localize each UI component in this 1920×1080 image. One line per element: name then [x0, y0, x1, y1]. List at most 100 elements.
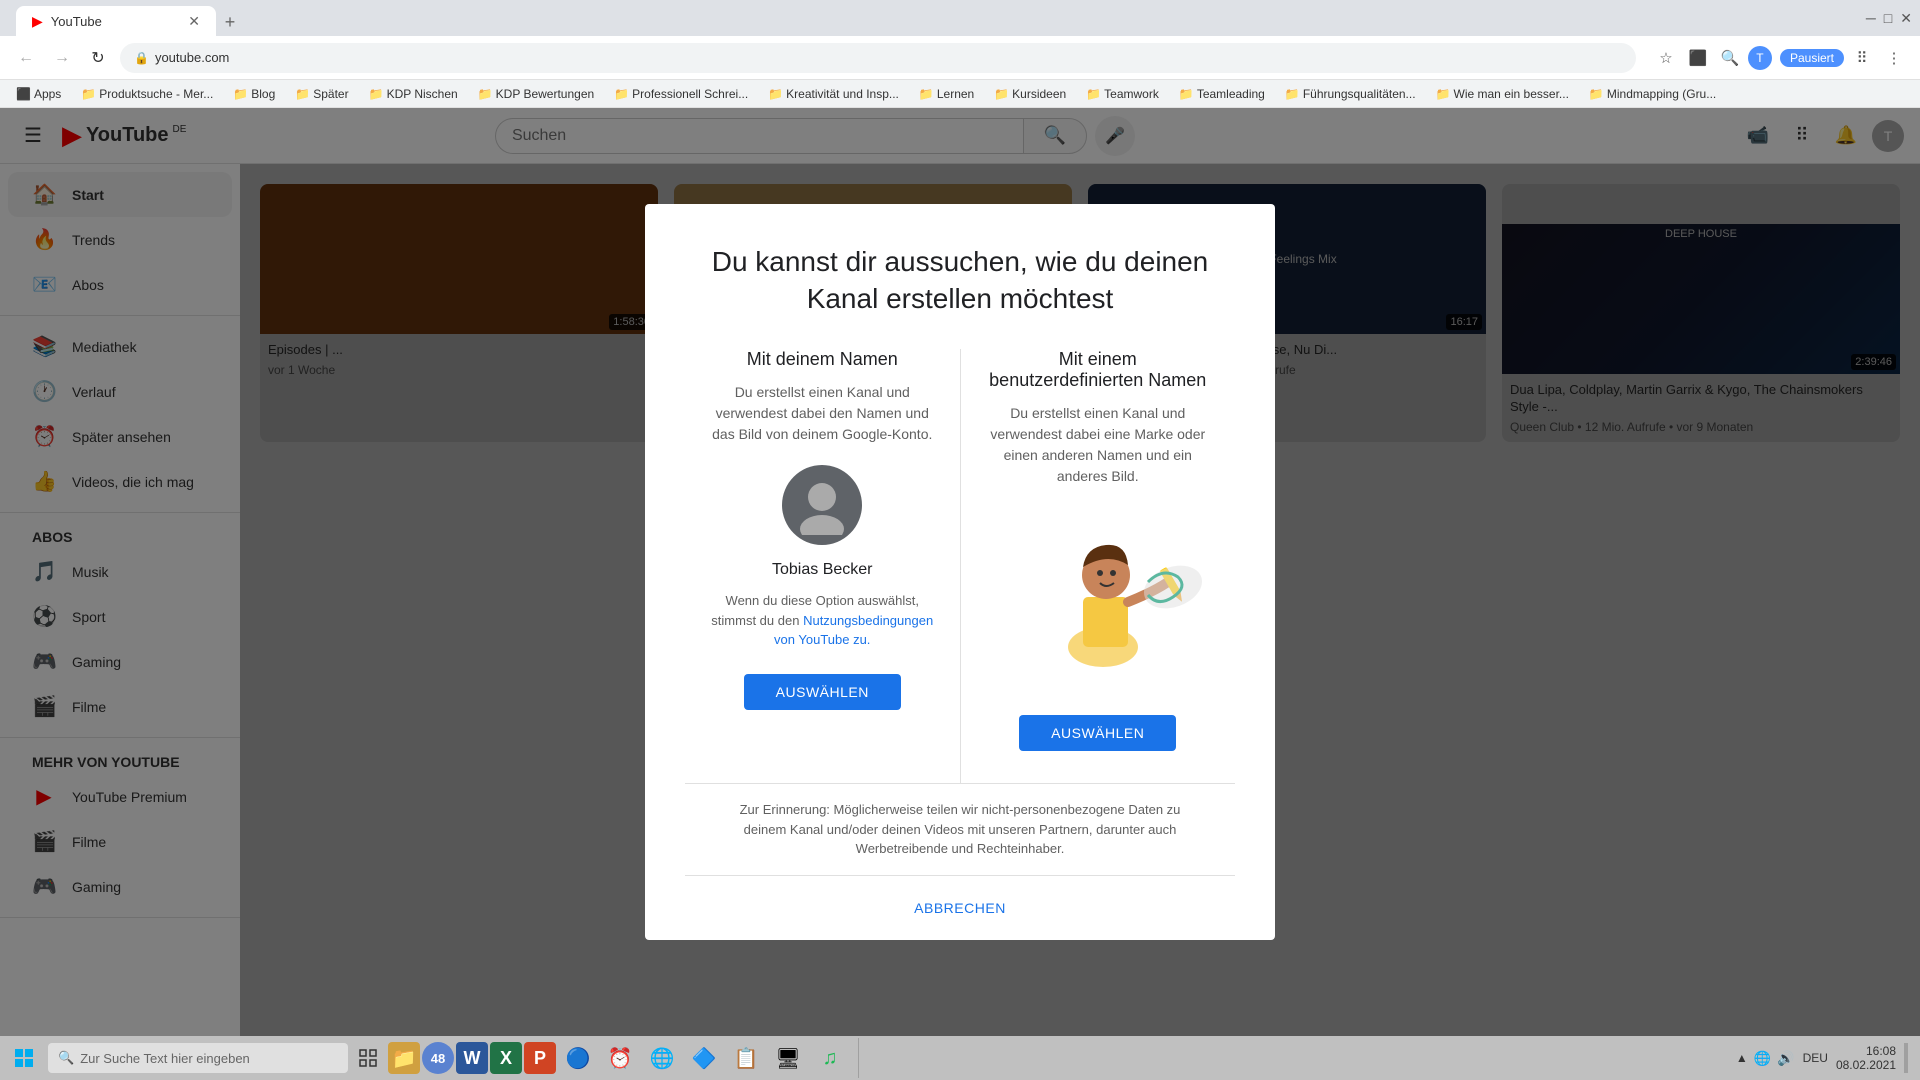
address-bar[interactable]: 🔒 youtube.com — [120, 43, 1636, 73]
option1-title: Mit deinem Namen — [705, 349, 940, 370]
windows-start-btn[interactable] — [4, 1038, 44, 1078]
taskbar-search-bar[interactable]: 🔍 Zur Suche Text hier eingeben — [48, 1043, 348, 1073]
bookmark-folder-icon: 📁 — [768, 87, 783, 101]
create-channel-modal: Du kannst dir aussuchen, wie du deinen K… — [645, 204, 1275, 939]
taskbar-app8-btn[interactable]: 🖥 — [768, 1038, 808, 1078]
bookmark-icon: ⬛ — [16, 87, 31, 101]
bookmark-kdp-nischen[interactable]: 📁 KDP Nischen — [361, 85, 466, 103]
bookmark-kdp-bew[interactable]: 📁 KDP Bewertungen — [470, 85, 602, 103]
option2-title: Mit einem benutzerdefinierten Namen — [981, 349, 1216, 391]
custom-name-illustration — [1018, 507, 1178, 647]
taskbar-excel-btn[interactable]: X — [490, 1042, 522, 1074]
browser-chrome: ▶ YouTube ✕ + ─ □ ✕ ← → ↻ 🔒 youtube.com … — [0, 0, 1920, 108]
bookmark-label: KDP Nischen — [387, 87, 458, 101]
modal-title: Du kannst dir aussuchen, wie du deinen K… — [685, 244, 1235, 317]
bookmark-label: Teamwork — [1104, 87, 1159, 101]
taskbar-pinned-apps: 📁 48 W X P 🔵 ⏰ 🌐 🔷 📋 🖥 ♫ — [388, 1038, 859, 1078]
bookmark-fuehrung[interactable]: 📁 Führungsqualitäten... — [1277, 85, 1424, 103]
close-btn[interactable]: ✕ — [1900, 10, 1912, 27]
taskbar-app7-btn[interactable]: 📋 — [726, 1038, 766, 1078]
taskbar-word-btn[interactable]: W — [456, 1042, 488, 1074]
profile-icon[interactable]: T — [1748, 46, 1772, 70]
bookmark-kursideen[interactable]: 📁 Kursideen — [986, 85, 1074, 103]
clock-date: 08.02.2021 — [1836, 1058, 1896, 1072]
bookmark-folder-icon: 📁 — [478, 87, 493, 101]
taskbar-spotify-btn[interactable]: ♫ — [810, 1038, 850, 1078]
taskbar-folder-btn[interactable]: 📁 — [388, 1042, 420, 1074]
taskbar-chrome-btn[interactable]: 🌐 — [642, 1038, 682, 1078]
taskbar-powerpoint-btn[interactable]: P — [524, 1042, 556, 1074]
minimize-btn[interactable]: ─ — [1866, 10, 1876, 26]
tray-arrow-icon[interactable]: ▲ — [1736, 1051, 1748, 1065]
option1-select-btn[interactable]: AUSWÄHLEN — [744, 674, 901, 710]
network-icon[interactable]: 🌐 — [1754, 1050, 1771, 1067]
reload-btn[interactable]: ↻ — [84, 44, 112, 72]
user-avatar — [782, 465, 862, 545]
modal-cancel-btn[interactable]: ABBRECHEN — [890, 892, 1030, 924]
nav-bar: ← → ↻ 🔒 youtube.com ☆ ⬛ 🔍 T Pausiert ⠿ ⋮ — [0, 36, 1920, 80]
bookmark-lernen[interactable]: 📁 Lernen — [911, 85, 982, 103]
bookmark-label: Professionell Schrei... — [632, 87, 748, 101]
menu-btn[interactable]: ⋮ — [1880, 44, 1908, 72]
bookmark-teamleading[interactable]: 📁 Teamleading — [1171, 85, 1273, 103]
tab-favicon: ▶ — [32, 13, 43, 30]
taskbar-clock[interactable]: 16:08 08.02.2021 — [1836, 1044, 1896, 1072]
bookmark-folder-icon: 📁 — [295, 87, 310, 101]
bookmark-produktsuche[interactable]: 📁 Produktsuche - Mer... — [73, 85, 221, 103]
new-tab-btn[interactable]: + — [216, 8, 244, 36]
nav-icons: ☆ ⬛ 🔍 T Pausiert ⠿ ⋮ — [1652, 44, 1908, 72]
bookmark-folder-icon: 📁 — [919, 87, 934, 101]
bookmark-mindmapping[interactable]: 📁 Mindmapping (Gru... — [1581, 85, 1724, 103]
tab-close-btn[interactable]: ✕ — [188, 13, 200, 30]
taskbar-app5-btn[interactable]: 🔵 — [558, 1038, 598, 1078]
bookmark-folder-icon: 📁 — [1285, 87, 1300, 101]
show-desktop-btn[interactable] — [1904, 1043, 1908, 1073]
bookmark-folder-icon: 📁 — [233, 87, 248, 101]
bookmark-label: Kursideen — [1012, 87, 1066, 101]
option2-select-btn[interactable]: AUSWÄHLEN — [1019, 715, 1176, 751]
zoom-btn[interactable]: 🔍 — [1716, 44, 1744, 72]
task-view-btn[interactable] — [348, 1038, 388, 1078]
bookmark-label: Produktsuche - Mer... — [99, 87, 213, 101]
youtube-app: ☰ ▶ YouTube DE 🔍 🎤 📹 ⠿ 🔔 T 🏠 Start 🔥 — [0, 108, 1920, 1036]
bookmark-blog[interactable]: 📁 Blog — [225, 85, 283, 103]
taskbar-right: ▲ 🌐 🔊 DEU 16:08 08.02.2021 — [1736, 1043, 1916, 1073]
modal-footer: Zur Erinnerung: Möglicherweise teilen wi… — [685, 783, 1235, 875]
system-tray-icons: ▲ 🌐 🔊 — [1736, 1050, 1795, 1067]
modal-option-custom-name: Mit einem benutzerdefinierten Namen Du e… — [961, 349, 1236, 783]
bookmark-apps[interactable]: ⬛ Apps — [8, 85, 69, 103]
forward-btn[interactable]: → — [48, 44, 76, 72]
bookmark-folder-icon: 📁 — [81, 87, 96, 101]
back-btn[interactable]: ← — [12, 44, 40, 72]
bookmark-label: Führungsqualitäten... — [1303, 87, 1416, 101]
tab-title: YouTube — [51, 14, 102, 29]
bookmark-label: Mindmapping (Gru... — [1607, 87, 1716, 101]
modal-option-own-name: Mit deinem Namen Du erstellst einen Kana… — [685, 349, 961, 783]
bookmark-prof-schrei[interactable]: 📁 Professionell Schrei... — [606, 85, 756, 103]
bookmark-label: Kreativität und Insp... — [786, 87, 899, 101]
option1-username: Tobias Becker — [705, 561, 940, 579]
modal-options: Mit deinem Namen Du erstellst einen Kana… — [685, 349, 1235, 783]
maximize-btn[interactable]: □ — [1884, 10, 1892, 26]
bookmark-star-btn[interactable]: ☆ — [1652, 44, 1680, 72]
bookmark-spaeter[interactable]: 📁 Später — [287, 85, 356, 103]
illustration-svg — [1018, 507, 1218, 667]
active-tab[interactable]: ▶ YouTube ✕ — [16, 6, 216, 36]
bookmark-folder-icon: 📁 — [369, 87, 384, 101]
cast-btn[interactable]: ⬛ — [1684, 44, 1712, 72]
taskbar-badge-btn[interactable]: 48 — [422, 1042, 454, 1074]
tab-bar: ▶ YouTube ✕ + — [8, 0, 252, 36]
lock-icon: 🔒 — [134, 51, 149, 65]
windows-logo-icon — [15, 1049, 33, 1067]
language-indicator: DEU — [1803, 1051, 1828, 1065]
bookmark-kreativitaet[interactable]: 📁 Kreativität und Insp... — [760, 85, 907, 103]
modal-cancel-section: ABBRECHEN — [685, 875, 1235, 940]
volume-icon[interactable]: 🔊 — [1777, 1050, 1794, 1067]
extensions-btn[interactable]: ⠿ — [1848, 44, 1876, 72]
bookmark-wie-man[interactable]: 📁 Wie man ein besser... — [1428, 85, 1577, 103]
bookmark-teamwork[interactable]: 📁 Teamwork — [1078, 85, 1167, 103]
modal-overlay: Du kannst dir aussuchen, wie du deinen K… — [0, 108, 1920, 1036]
taskbar-edge-btn[interactable]: 🔷 — [684, 1038, 724, 1078]
taskbar-app6-btn[interactable]: ⏰ — [600, 1038, 640, 1078]
paused-btn[interactable]: Pausiert — [1780, 49, 1844, 67]
